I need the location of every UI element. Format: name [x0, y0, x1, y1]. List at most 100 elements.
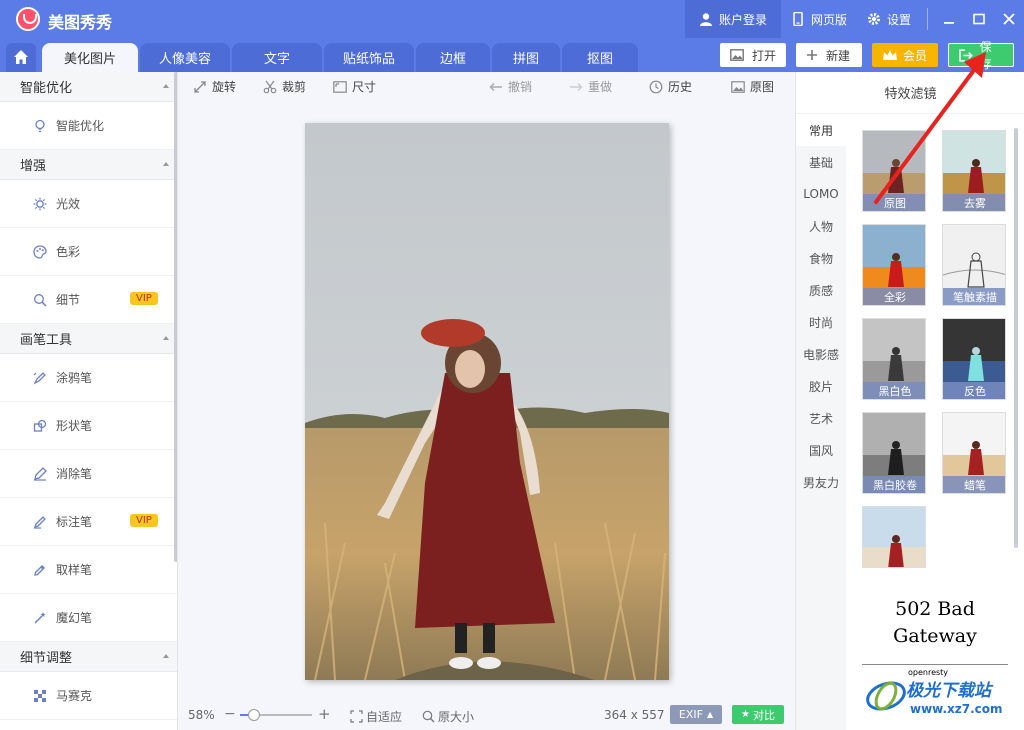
tab-collage[interactable]: 拼图 — [492, 43, 560, 72]
filter-category[interactable]: 电影感 — [796, 338, 846, 370]
redo-button[interactable]: 重做 — [568, 78, 612, 95]
filter-thumb-crayon[interactable]: 蜡笔 — [942, 412, 1006, 494]
redo-label: 重做 — [588, 80, 613, 94]
tool-light-effect[interactable]: 光效 — [0, 180, 177, 228]
section-detail-adjust[interactable]: 细节调整 — [0, 642, 177, 672]
main-tab-bar: 美化图片 人像美容 文字 贴纸饰品 边框 拼图 抠图 打开 新建 会员 保存 — [0, 40, 1024, 72]
filter-category[interactable]: 常用 — [796, 114, 846, 146]
filter-thumb-label: 黑白色 — [863, 382, 925, 399]
filter-thumb-fullcolor[interactable]: 全彩 — [862, 224, 926, 306]
filter-thumb-bw[interactable]: 黑白色 — [862, 318, 926, 400]
new-button[interactable]: 新建 — [796, 43, 862, 67]
actual-size-button[interactable]: 原大小 — [422, 708, 474, 725]
filter-thumb-dehaze[interactable]: 去雾 — [942, 130, 1006, 212]
section-title: 智能优化 — [20, 81, 73, 96]
filter-category[interactable]: 食物 — [796, 242, 846, 274]
tool-sampler-pen[interactable]: 取样笔 — [0, 546, 177, 594]
load-error-message: 502 Bad Gateway openresty — [862, 584, 1012, 677]
tab-borders[interactable]: 边框 — [416, 43, 490, 72]
filter-thumb-invert[interactable]: 反色 — [942, 318, 1006, 400]
filter-thumb-more[interactable] — [862, 506, 926, 568]
fit-label: 自适应 — [366, 710, 403, 724]
undo-label: 撤销 — [508, 80, 533, 94]
undo-arrow-icon — [488, 79, 504, 95]
marker-icon — [32, 514, 48, 530]
tool-eraser-pen[interactable]: 消除笔 — [0, 450, 177, 498]
magic-wand-icon — [32, 610, 48, 626]
tool-shape-pen[interactable]: 形状笔 — [0, 402, 177, 450]
export-icon — [959, 48, 973, 62]
filter-thumb-bw-film[interactable]: 黑白胶卷 — [862, 412, 926, 494]
filter-thumb-sketch[interactable]: 笔触素描 — [942, 224, 1006, 306]
size-label: 尺寸 — [352, 80, 377, 94]
tool-magic-pen[interactable]: 魔幻笔 — [0, 594, 177, 642]
tab-beautify[interactable]: 美化图片 — [42, 43, 138, 72]
zoom-out-button[interactable]: − — [224, 706, 236, 722]
exif-button[interactable]: EXIF ▲ — [670, 705, 722, 724]
tab-text[interactable]: 文字 — [232, 43, 322, 72]
home-tab[interactable] — [6, 43, 36, 72]
open-button[interactable]: 打开 — [720, 43, 786, 67]
section-enhance[interactable]: 增强 — [0, 150, 177, 180]
rotate-button[interactable]: 旋转 — [192, 78, 236, 95]
tool-label: 马赛克 — [56, 689, 93, 703]
tab-cutout[interactable]: 抠图 — [562, 43, 638, 72]
collapse-caret-icon — [163, 654, 169, 658]
tool-doodle-pen[interactable]: 涂鸦笔 — [0, 354, 177, 402]
settings-label: 设置 — [886, 12, 911, 27]
undo-button[interactable]: 撤销 — [488, 78, 532, 95]
filter-panel-scrollbar[interactable] — [1014, 128, 1018, 548]
tool-color[interactable]: 色彩 — [0, 228, 177, 276]
vip-button[interactable]: 会员 — [872, 43, 938, 67]
collapse-caret-icon — [163, 84, 169, 88]
zoom-in-button[interactable]: + — [318, 705, 331, 723]
open-label: 打开 — [752, 48, 777, 63]
edited-photo[interactable] — [305, 123, 669, 680]
tool-marker-pen[interactable]: 标注笔 VIP — [0, 498, 177, 546]
filter-category[interactable]: 男友力 — [796, 466, 846, 498]
section-title: 画笔工具 — [20, 333, 73, 348]
home-icon — [14, 50, 28, 64]
tool-mosaic[interactable]: 马赛克 — [0, 672, 177, 720]
tool-smart-optimize[interactable]: 智能优化 — [0, 102, 177, 150]
title-bar: 美图秀秀 账户登录 网页版 设置 — [0, 0, 1024, 40]
filter-category[interactable]: LOMO — [796, 178, 846, 210]
size-button[interactable]: 尺寸 — [332, 78, 376, 95]
filter-categories: 常用 基础 LOMO 人物 食物 质感 时尚 电影感 胶片 艺术 国风 男友力 — [796, 114, 846, 498]
original-button[interactable]: 原图 — [730, 78, 774, 95]
save-button[interactable]: 保存 — [948, 40, 1014, 71]
tool-detail[interactable]: 细节 VIP — [0, 276, 177, 324]
filter-thumb-original[interactable]: 原图 — [862, 130, 926, 212]
filter-category[interactable]: 胶片 — [796, 370, 846, 402]
section-brush-tools[interactable]: 画笔工具 — [0, 324, 177, 354]
login-label: 账户登录 — [718, 12, 767, 27]
tool-label: 取样笔 — [56, 563, 93, 577]
filter-category[interactable]: 国风 — [796, 434, 846, 466]
crop-button[interactable]: 裁剪 — [262, 78, 306, 95]
web-version-button[interactable]: 网页版 — [781, 0, 857, 38]
compare-button[interactable]: ★ 对比 — [732, 705, 784, 724]
zoom-slider-thumb[interactable] — [248, 709, 261, 721]
fit-to-window-button[interactable]: 自适应 — [350, 708, 402, 725]
image-canvas[interactable] — [178, 102, 795, 700]
filter-category[interactable]: 基础 — [796, 146, 846, 178]
mosaic-icon — [32, 688, 48, 704]
rotate-label: 旋转 — [212, 80, 237, 94]
history-button[interactable]: 历史 — [648, 78, 692, 95]
section-smart-optimize[interactable]: 智能优化 — [0, 72, 177, 102]
vip-badge: VIP — [130, 514, 158, 527]
tool-label: 细节 — [56, 293, 81, 307]
close-button[interactable] — [994, 0, 1024, 38]
filter-category[interactable]: 人物 — [796, 210, 846, 242]
save-label: 保存 — [979, 40, 992, 71]
minimize-button[interactable] — [934, 0, 964, 38]
maximize-button[interactable] — [964, 0, 994, 38]
filter-category[interactable]: 时尚 — [796, 306, 846, 338]
settings-button[interactable]: 设置 — [857, 0, 921, 38]
login-button[interactable]: 账户登录 — [684, 0, 781, 38]
filter-category[interactable]: 质感 — [796, 274, 846, 306]
history-label: 历史 — [668, 80, 693, 94]
tab-portrait[interactable]: 人像美容 — [140, 43, 230, 72]
tab-stickers[interactable]: 贴纸饰品 — [324, 43, 414, 72]
filter-category[interactable]: 艺术 — [796, 402, 846, 434]
